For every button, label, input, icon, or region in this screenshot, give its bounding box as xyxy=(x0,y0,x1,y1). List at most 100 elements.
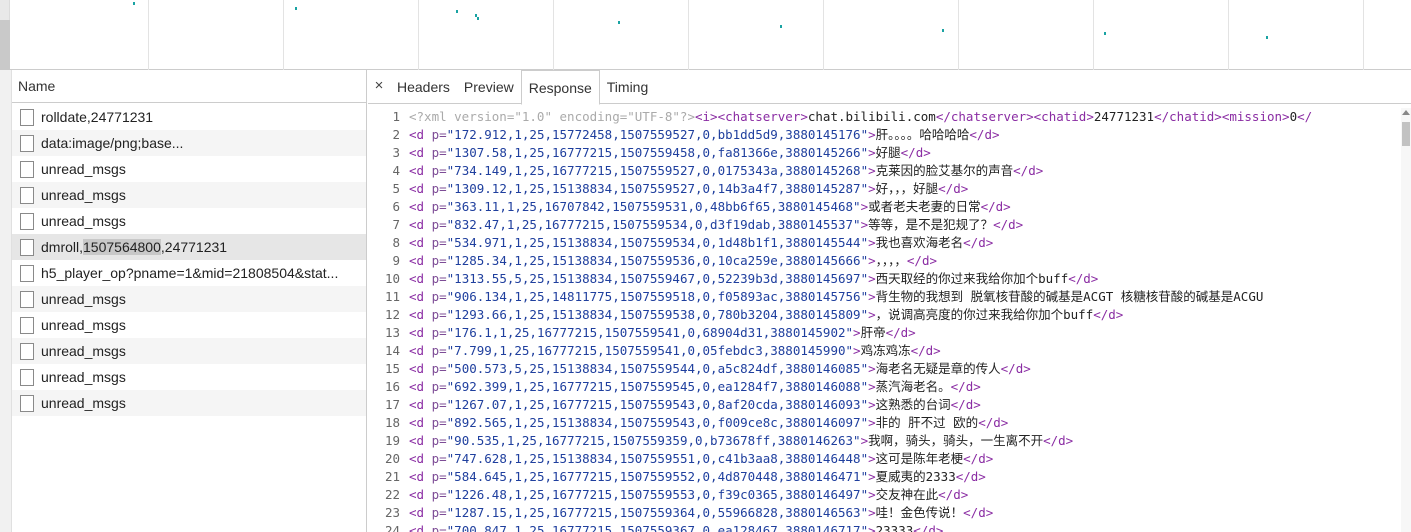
request-name: unread_msgs xyxy=(41,317,126,333)
timeline-scroll-thumb[interactable] xyxy=(0,20,10,70)
xml-tag: </d> xyxy=(1000,361,1031,376)
line-number: 5 xyxy=(392,181,400,196)
line-content: <d p= "1287.15,1,25,16777215,1507559364,0… xyxy=(409,504,993,522)
xml-attr-value: 1293.66,1,25,15138834,1507559538,0,780b3… xyxy=(454,307,861,322)
danmaku-text: 蒸汽海老名。 xyxy=(875,379,951,394)
xml-tag: <d xyxy=(409,127,432,142)
xml-attr-name: p= xyxy=(431,235,447,250)
response-line: 21 <d p= "584.645,1,25,16777215,1507559552… xyxy=(368,468,1401,486)
xml-attr-value-quote: " xyxy=(860,523,869,532)
xml-tag: </d> xyxy=(938,181,969,196)
request-row[interactable]: unread_msgs xyxy=(12,364,366,390)
line-content: <d p= "1313.55,5,25,15138834,1507559467,0… xyxy=(409,270,1098,288)
tab-headers[interactable]: Headers xyxy=(390,70,457,103)
request-row[interactable]: dmroll,1507564800,24771231 xyxy=(12,234,366,260)
file-icon xyxy=(20,212,34,230)
xml-text: chat.bilibili.com xyxy=(807,109,936,124)
request-name: h5_player_op?pname=1&mid=21808504&stat..… xyxy=(41,265,339,281)
line-number: 21 xyxy=(384,469,400,484)
xml-tag: <d xyxy=(409,523,432,532)
request-row[interactable]: data:image/png;base... xyxy=(12,130,366,156)
timeline-overview[interactable] xyxy=(0,0,1411,70)
line-content: <d p= "747.628,1,25,15138834,1507559551,0… xyxy=(409,450,993,468)
tab-timing[interactable]: Timing xyxy=(600,70,656,103)
response-line: 7 <d p= "832.47,1,25,16777215,1507559534,0… xyxy=(368,216,1401,234)
xml-tag: > xyxy=(868,505,876,520)
response-line: 14 <d p= "7.799,1,25,16777215,1507559541,0… xyxy=(368,342,1401,360)
xml-tag: <d xyxy=(409,397,432,412)
response-line: 6 <d p= "363.11,1,25,16707842,1507559531,0… xyxy=(368,198,1401,216)
xml-attr-name: p= xyxy=(431,451,447,466)
timeline-gridline xyxy=(1363,0,1364,70)
line-content: <d p= "500.573,5,25,15138834,1507559544,0… xyxy=(409,360,1031,378)
response-line: 2 <d p= "172.912,1,25,15772458,1507559527,… xyxy=(368,126,1401,144)
request-list-panel: Name rolldate,24771231 data:image/png;bas… xyxy=(0,70,367,532)
xml-attr-value-quote: " xyxy=(860,235,869,250)
request-row[interactable]: unread_msgs xyxy=(12,312,366,338)
request-row[interactable]: h5_player_op?pname=1&mid=21808504&stat..… xyxy=(12,260,366,286)
close-icon[interactable]: × xyxy=(368,70,390,103)
xml-attr-value-quote: " xyxy=(860,469,869,484)
request-row[interactable]: unread_msgs xyxy=(12,390,366,416)
request-row[interactable]: unread_msgs xyxy=(12,156,366,182)
xml-attr-value: 500.573,5,25,15138834,1507559544,0,a5c82… xyxy=(454,361,861,376)
xml-tag: </d> xyxy=(963,235,994,250)
danmaku-text: 克莱因的脸艾基尔的声音 xyxy=(875,163,1014,178)
file-icon xyxy=(20,342,34,360)
xml-tag: > xyxy=(868,487,876,502)
xml-tag: <d xyxy=(409,451,432,466)
line-content: <d p= "90.535,1,25,16777215,1507559359,0,… xyxy=(409,432,1073,450)
response-line: 3 <d p= "1307.58,1,25,16777215,1507559458,… xyxy=(368,144,1401,162)
response-line: 5 <d p= "1309.12,1,25,15138834,1507559527,… xyxy=(368,180,1401,198)
response-scrollbar[interactable] xyxy=(1401,108,1411,532)
tab-preview[interactable]: Preview xyxy=(457,70,521,103)
request-name-part: ,24771231 xyxy=(160,239,228,255)
response-line: 17 <d p= "1267.07,1,25,16777215,1507559543… xyxy=(368,396,1401,414)
xml-tag: > xyxy=(860,217,869,232)
xml-tag: <d xyxy=(409,433,432,448)
xml-declaration: <?xml version="1.0" encoding="UTF-8"?> xyxy=(409,109,695,124)
xml-tag: <chatserver> xyxy=(717,109,808,124)
request-row[interactable]: rolldate,24771231 xyxy=(12,104,366,130)
request-row[interactable]: unread_msgs xyxy=(12,182,366,208)
xml-attr-value: 747.628,1,25,15138834,1507559551,0,c41b3… xyxy=(454,451,861,466)
line-content: <d p= "534.971,1,25,15138834,1507559534,0… xyxy=(409,234,993,252)
danmaku-text: 我啊，骑头，骑头，一生离不开 xyxy=(868,433,1044,448)
request-row[interactable]: unread_msgs xyxy=(12,208,366,234)
tab-response[interactable]: Response xyxy=(520,70,600,105)
response-scroll-thumb[interactable] xyxy=(1402,122,1410,146)
xml-attr-name: p= xyxy=(431,199,447,214)
xml-attr-value: 692.399,1,25,16777215,1507559545,0,ea128… xyxy=(454,379,861,394)
danmaku-text: ，说调高亮度的你过来我给你加个buff xyxy=(875,307,1094,322)
request-list-scrollbar[interactable] xyxy=(0,70,12,532)
line-number: 24 xyxy=(384,523,400,532)
line-number: 20 xyxy=(384,451,400,466)
line-number: 19 xyxy=(384,433,400,448)
xml-tag: <d xyxy=(409,289,432,304)
xml-attr-name: p= xyxy=(431,487,447,502)
xml-tag: <d xyxy=(409,235,432,250)
xml-attr-value: 906.134,1,25,14811775,1507559518,0,f0589… xyxy=(454,289,861,304)
line-number: 12 xyxy=(384,307,400,322)
name-column-header[interactable]: Name xyxy=(12,70,366,103)
line-number: 6 xyxy=(392,199,400,214)
response-body[interactable]: 1 <?xml version="1.0" encoding="UTF-8"?>… xyxy=(368,108,1401,532)
request-row[interactable]: unread_msgs xyxy=(12,286,366,312)
xml-attr-value: 7.799,1,25,16777215,1507559541,0,05febdc… xyxy=(454,343,846,358)
timeline-request-mark xyxy=(942,29,944,32)
xml-attr-value-quote: " xyxy=(845,325,854,340)
xml-attr-name: p= xyxy=(431,415,447,430)
timeline-request-mark xyxy=(133,2,135,5)
xml-tag: > xyxy=(868,361,876,376)
timeline-scrollbar[interactable] xyxy=(0,0,10,70)
line-content: <d p= "1267.07,1,25,16777215,1507559543,0… xyxy=(409,396,981,414)
line-number: 3 xyxy=(392,145,400,160)
xml-attr-value: 1226.48,1,25,16777215,1507559553,0,f39c0… xyxy=(454,487,861,502)
request-row[interactable]: unread_msgs xyxy=(12,338,366,364)
xml-attr-value: 363.11,1,25,16707842,1507559531,0,48bb6f… xyxy=(454,199,854,214)
scroll-up-icon[interactable] xyxy=(1402,110,1410,115)
xml-tag: <chatid> xyxy=(1033,109,1094,124)
xml-tag: > xyxy=(868,235,876,250)
xml-tag: <d xyxy=(409,469,432,484)
danmaku-text: 背生物的我想到 脱氧核苷酸的碱基是ACGT 核糖核苷酸的碱基是ACGU xyxy=(875,289,1264,304)
